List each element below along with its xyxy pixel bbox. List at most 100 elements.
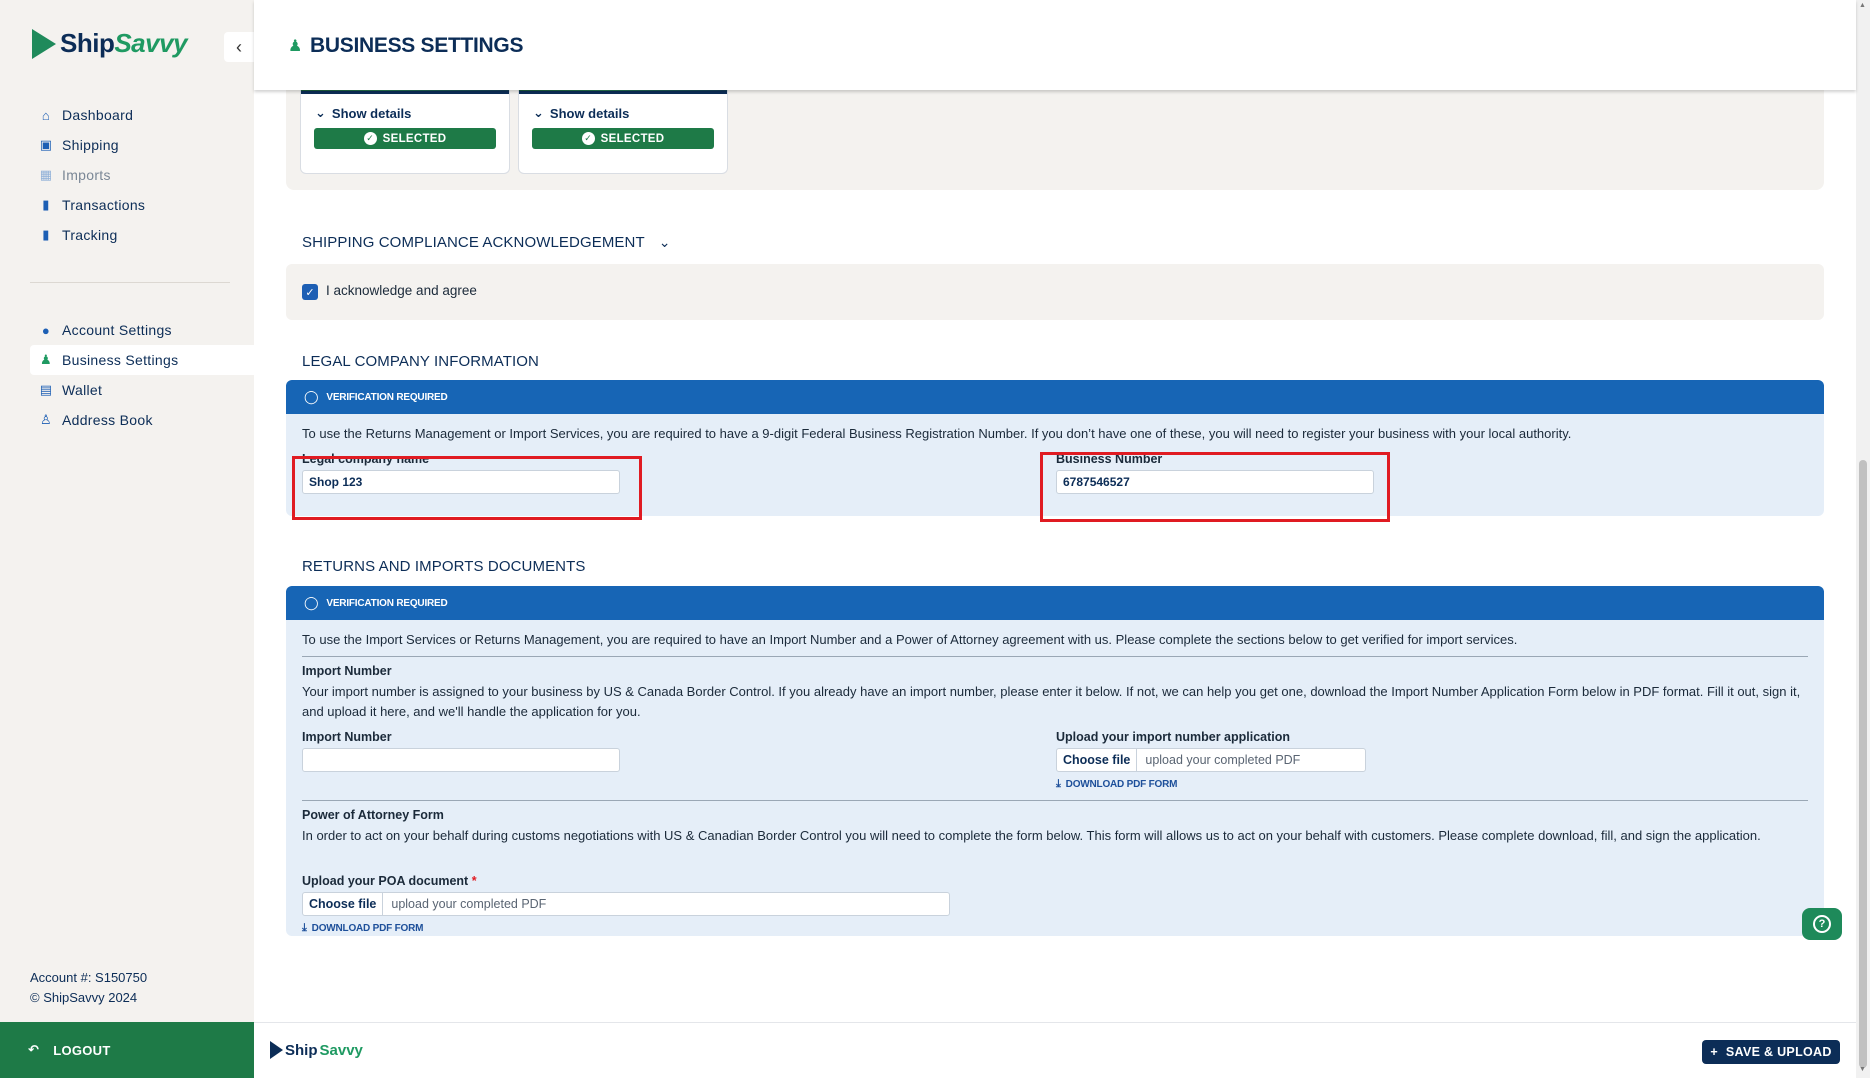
sidebar-item-shipping[interactable]: ▣ Shipping [30, 130, 254, 160]
business-users-icon: ♟ [288, 38, 303, 55]
import-number-title: Import Number [302, 664, 392, 678]
highlight-box [1040, 452, 1390, 522]
check-icon: ✓ [305, 286, 315, 299]
divider [302, 800, 1808, 801]
sidebar-item-tracking[interactable]: ▮ Tracking [30, 220, 254, 250]
acknowledge-box: ✓ I acknowledge and agree [286, 264, 1824, 320]
chevron-down-icon: ⌄ [315, 105, 326, 120]
collapse-sidebar-button[interactable]: ‹ [224, 32, 254, 62]
choose-file-button[interactable]: Choose file [303, 893, 384, 915]
sidebar-item-account-settings[interactable]: ● Account Settings [30, 315, 254, 345]
wallet-icon: ▤ [39, 382, 53, 397]
returns-section-title: RETURNS AND IMPORTS DOCUMENTS [302, 558, 586, 575]
returns-description: To use the Import Services or Returns Ma… [302, 632, 1518, 647]
check-circle-icon: ✓ [581, 132, 595, 145]
compliance-section-toggle[interactable]: SHIPPING COMPLIANCE ACKNOWLEDGEMENT ⌄ [302, 234, 671, 251]
import-description: Your import number is assigned to your b… [302, 684, 1801, 719]
divider [302, 656, 1808, 657]
footer-logo: Ship Savvy [270, 1041, 363, 1059]
method-card[interactable]: ⌄ Show details ✓ SELECTED [300, 90, 510, 174]
check-circle-icon: ✓ [363, 132, 377, 145]
sidebar-item-dashboard[interactable]: ⌂ Dashboard [30, 100, 254, 130]
poa-title: Power of Attorney Form [302, 808, 444, 822]
logout-icon: ↶ [28, 1042, 40, 1057]
logout-label: LOGOUT [53, 1042, 111, 1058]
chevron-down-icon: ⌄ [533, 105, 544, 120]
import-number-label: Import Number [302, 730, 392, 744]
shipsavvy-logo[interactable]: ShipSavvy [32, 28, 188, 59]
poa-description: In order to act on your behalf during cu… [302, 828, 1761, 843]
sidebar-item-address-book[interactable]: ♙ Address Book [30, 405, 254, 435]
card-image [301, 90, 509, 94]
acknowledge-label: I acknowledge and agree [326, 283, 477, 298]
verification-banner: ◯ VERIFICATION REQUIRED [286, 380, 1824, 414]
page-title: ♟ BUSINESS SETTINGS [288, 34, 524, 57]
settings-nav: ● Account Settings ♟ Business Settings ▤… [30, 315, 254, 435]
upload-application-label: Upload your import number application [1056, 730, 1291, 744]
import-icon: ▦ [39, 167, 53, 182]
scrollbar-thumb[interactable] [1859, 460, 1867, 1068]
legal-section-title: LEGAL COMPANY INFORMATION [302, 353, 539, 370]
sidebar-item-label: Tracking [62, 227, 118, 243]
shield-icon: ◯ [304, 389, 319, 404]
poa-upload-label: Upload your POA document * [302, 874, 477, 888]
sidebar-item-label: Imports [62, 167, 111, 183]
download-pdf-link[interactable]: ⤓ DOWNLOAD PDF FORM [1056, 778, 1177, 791]
business-users-icon: ♟ [40, 352, 52, 367]
main-content: ⌄ Show details ✓ SELECTED ⌄ Show details… [254, 90, 1856, 1022]
download-pdf-link[interactable]: ⤓ DOWNLOAD PDF FORM [302, 922, 423, 935]
account-number: Account #: S150750 [30, 970, 148, 985]
returns-docs-panel: To use the Import Services or Returns Ma… [286, 620, 1824, 936]
account-info: Account #: S150750 © ShipSavvy 2024 [30, 968, 147, 1008]
acknowledge-checkbox[interactable]: ✓ [302, 284, 318, 300]
save-upload-button[interactable]: + SAVE & UPLOAD [1702, 1040, 1840, 1064]
sidebar-item-label: Wallet [62, 382, 103, 398]
verification-banner: ◯ VERIFICATION REQUIRED [286, 586, 1824, 620]
file-placeholder: upload your completed PDF [1145, 753, 1301, 767]
legal-description: To use the Returns Management or Import … [302, 426, 1572, 441]
nav-divider [30, 282, 230, 283]
sidebar-item-label: Account Settings [62, 322, 172, 338]
card-image [519, 90, 727, 94]
page-header: ♟ BUSINESS SETTINGS [254, 0, 1856, 90]
main-nav: ⌂ Dashboard ▣ Shipping ▦ Imports ▮ Trans… [30, 100, 254, 250]
logo-mark-icon [270, 1041, 283, 1059]
download-icon: ⤓ [302, 922, 307, 934]
user-icon: ● [41, 322, 51, 338]
sidebar: ShipSavvy ‹ ⌂ Dashboard ▣ Shipping ▦ Imp… [0, 0, 254, 1078]
home-icon: ⌂ [41, 107, 51, 123]
sidebar-item-label: Business Settings [62, 352, 179, 368]
sidebar-item-label: Shipping [62, 137, 119, 153]
logout-button[interactable]: ↶ LOGOUT [0, 1022, 254, 1078]
address-book-icon: ♙ [40, 412, 52, 427]
import-application-file-input[interactable]: Choose file upload your completed PDF [1056, 748, 1366, 772]
help-button[interactable]: ? [1802, 908, 1842, 940]
chevron-left-icon: ‹ [236, 36, 242, 57]
scroll-down-icon[interactable]: ▼ [1859, 1066, 1866, 1073]
document-icon: ▮ [42, 227, 50, 242]
required-marker: * [471, 874, 477, 888]
scroll-up-icon[interactable]: ▲ [1859, 2, 1866, 9]
show-details-toggle[interactable]: ⌄ Show details [533, 105, 629, 121]
sidebar-item-business-settings[interactable]: ♟ Business Settings [30, 345, 254, 375]
sidebar-item-label: Address Book [62, 412, 153, 428]
plus-icon: + [1710, 1045, 1718, 1059]
import-number-input[interactable] [302, 748, 620, 772]
selected-button[interactable]: ✓ SELECTED [314, 128, 496, 149]
method-card[interactable]: ⌄ Show details ✓ SELECTED [518, 90, 728, 174]
sidebar-item-transactions[interactable]: ▮ Transactions [30, 190, 254, 220]
shipping-methods-panel: ⌄ Show details ✓ SELECTED ⌄ Show details… [286, 90, 1824, 190]
choose-file-button[interactable]: Choose file [1057, 749, 1138, 771]
question-icon: ? [1813, 915, 1831, 933]
sidebar-item-label: Transactions [62, 197, 146, 213]
highlight-box [292, 456, 642, 520]
logo-mark-icon [32, 28, 56, 59]
sidebar-item-wallet[interactable]: ▤ Wallet [30, 375, 254, 405]
shield-icon: ◯ [304, 595, 319, 610]
chevron-down-icon: ⌄ [658, 234, 671, 250]
selected-button[interactable]: ✓ SELECTED [532, 128, 714, 149]
show-details-toggle[interactable]: ⌄ Show details [315, 105, 411, 121]
sidebar-item-imports[interactable]: ▦ Imports [30, 160, 254, 190]
poa-file-input[interactable]: Choose file upload your completed PDF [302, 892, 950, 916]
page-scrollbar[interactable]: ▲ ▼ [1856, 0, 1870, 1078]
